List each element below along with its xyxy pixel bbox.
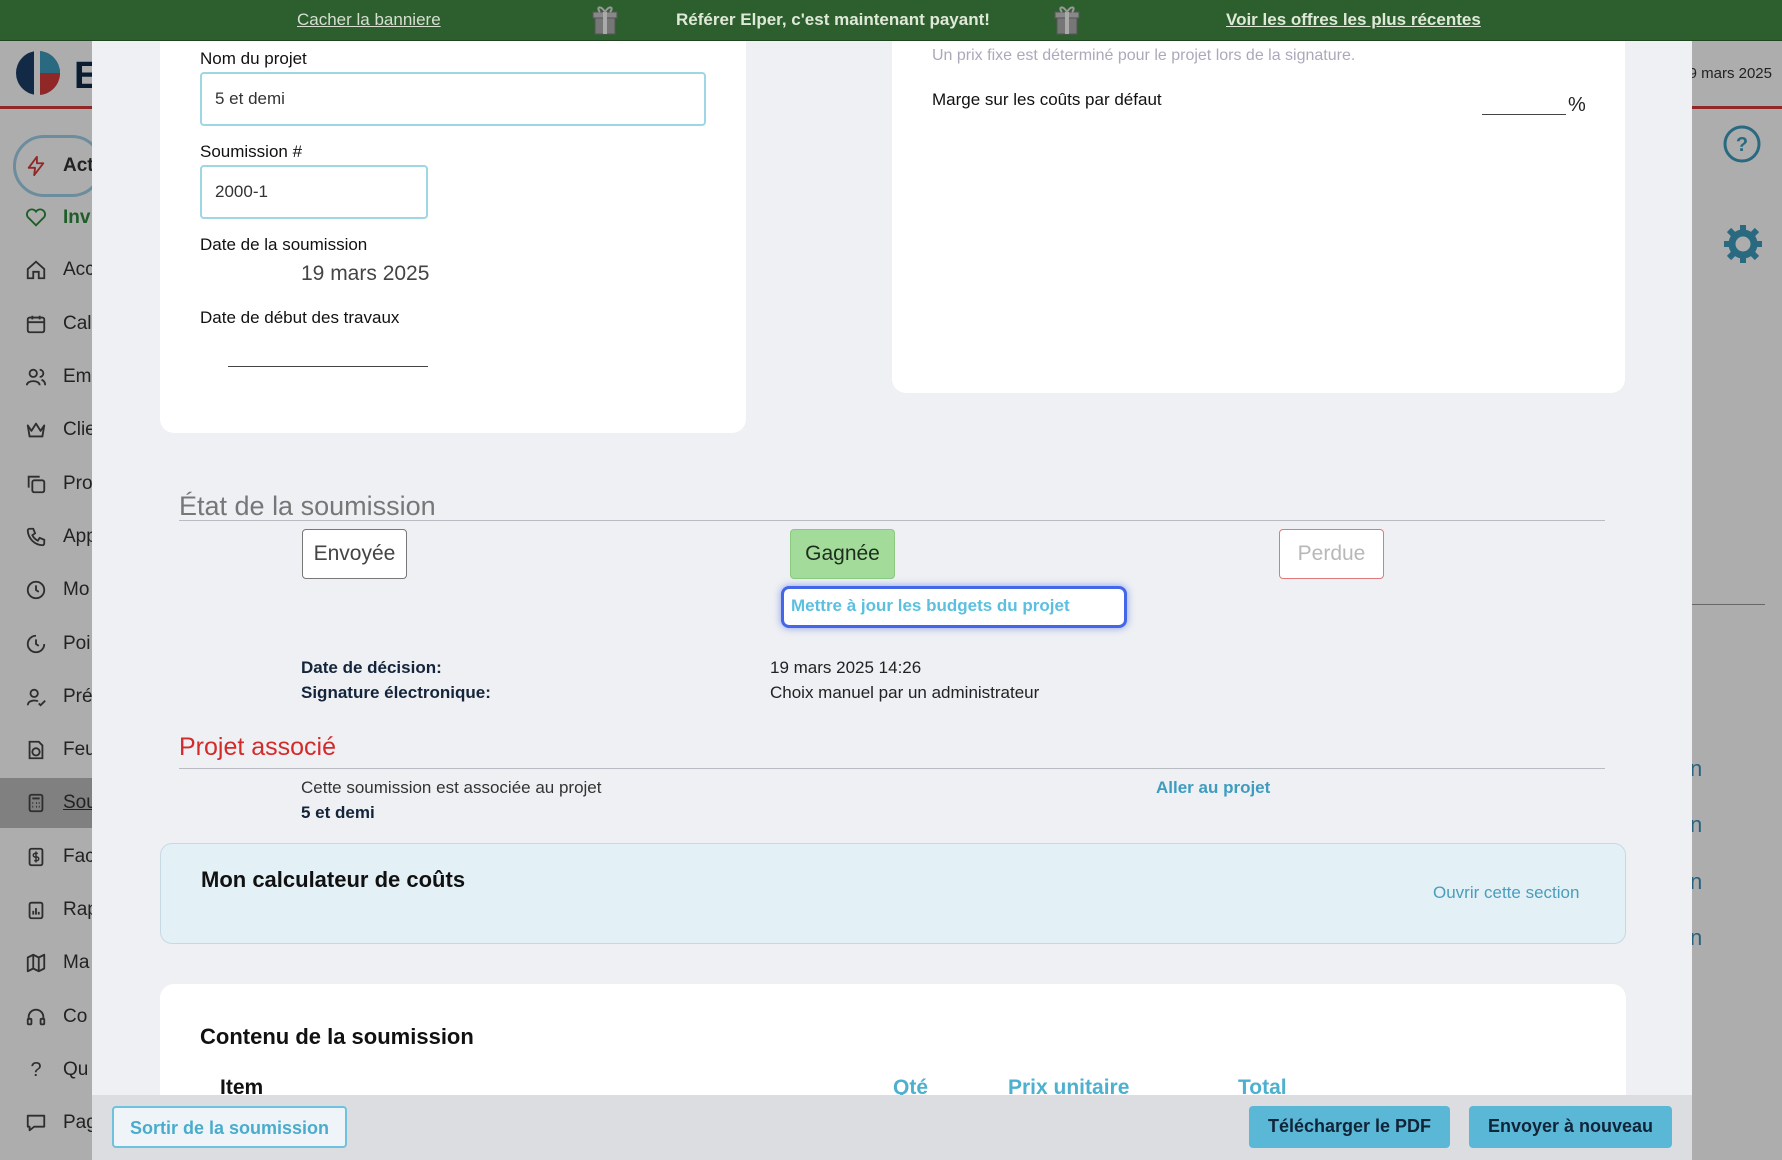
gift-icon [592, 6, 618, 35]
signature-value: Choix manuel par un administrateur [770, 683, 1040, 702]
modal-footer: Sortir de la soumission Télécharger le P… [92, 1095, 1692, 1160]
associated-project-title: Projet associé [179, 733, 337, 761]
project-name-label: Nom du projet [200, 49, 307, 68]
status-lost-button[interactable]: Perdue [1279, 529, 1384, 579]
status-sent-button[interactable]: Envoyée [302, 529, 407, 579]
associated-project-name: 5 et demi [301, 803, 375, 822]
decision-date-value: 19 mars 2025 14:26 [770, 658, 922, 677]
update-budgets-button[interactable]: Mettre à jour les budgets du projet [781, 586, 1127, 628]
quote-date-label: Date de la soumission [200, 235, 368, 254]
divider [179, 520, 1605, 521]
go-to-project-link[interactable]: Aller au projet [1156, 778, 1270, 798]
pricing-card: Un prix fixe est déterminé pour le proje… [892, 41, 1625, 393]
open-section-link[interactable]: Ouvrir cette section [1433, 883, 1579, 903]
margin-field[interactable] [1482, 114, 1566, 115]
banner-message: Référer Elper, c'est maintenant payant! [676, 10, 990, 29]
resend-button[interactable]: Envoyer à nouveau [1469, 1106, 1672, 1148]
start-date-label: Date de début des travaux [200, 308, 400, 327]
cost-calculator-title: Mon calculateur de coûts [201, 867, 466, 892]
cost-calculator-section[interactable]: Mon calculateur de coûts Ouvrir cette se… [160, 843, 1626, 944]
margin-label: Marge sur les coûts par défaut [932, 90, 1162, 109]
associated-project-text: Cette soumission est associée au projet [301, 778, 602, 797]
quote-date-value[interactable]: 19 mars 2025 [301, 262, 429, 286]
quote-modal: Nom du projet 5 et demi Soumission # 200… [92, 41, 1692, 1160]
project-name-field[interactable]: 5 et demi [200, 72, 706, 126]
divider [179, 768, 1605, 769]
margin-unit: % [1568, 94, 1586, 116]
promo-banner: Cacher la banniere Référer Elper, c'est … [0, 0, 1782, 41]
exit-quote-button[interactable]: Sortir de la soumission [112, 1106, 347, 1148]
hide-banner-link[interactable]: Cacher la banniere [297, 10, 441, 30]
status-section-title: État de la soumission [179, 491, 436, 521]
gift-icon [1054, 6, 1080, 35]
download-pdf-button[interactable]: Télécharger le PDF [1249, 1106, 1450, 1148]
quote-content-title: Contenu de la soumission [200, 1024, 474, 1049]
project-info-card: Nom du projet 5 et demi Soumission # 200… [160, 41, 746, 433]
quote-number-label: Soumission # [200, 142, 303, 161]
signature-label: Signature électronique: [301, 683, 491, 702]
start-date-field[interactable] [228, 366, 428, 367]
decision-date-label: Date de décision: [301, 658, 442, 677]
status-won-button[interactable]: Gagnée [790, 529, 895, 579]
latest-offers-link[interactable]: Voir les offres les plus récentes [1226, 10, 1481, 30]
quote-number-field[interactable]: 2000-1 [200, 165, 428, 219]
fixed-price-note: Un prix fixe est déterminé pour le proje… [932, 47, 1356, 64]
